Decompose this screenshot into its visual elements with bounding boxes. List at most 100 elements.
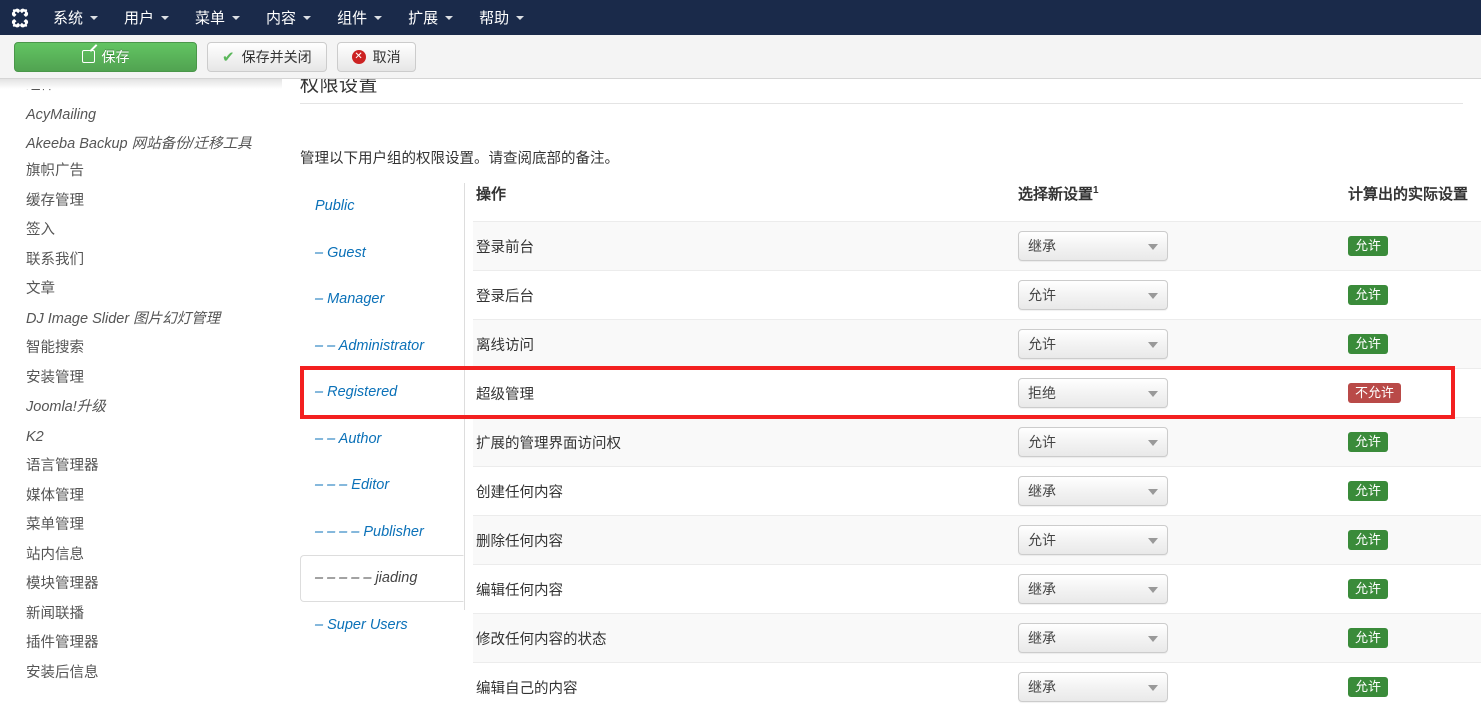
status-badge: 允许 (1348, 334, 1389, 354)
sidebar-item-smart-search[interactable]: 智能搜索 (0, 334, 282, 364)
joomla-logo-icon[interactable] (0, 0, 40, 35)
table-row: 登录前台 继承 允许 (473, 221, 1481, 270)
sidebar-item-label: 模块管理器 (26, 576, 99, 592)
nav-item-components[interactable]: 组件 (324, 0, 395, 35)
permission-setting-select[interactable]: 继承 (1018, 476, 1168, 506)
permission-setting-select[interactable]: 继承 (1018, 231, 1168, 261)
sidebar-item-post-install[interactable]: 安装后信息 (0, 659, 282, 689)
sidebar-item-modules[interactable]: 模块管理器 (0, 570, 282, 600)
sidebar-item-joomla-update[interactable]: Joomla!升级 (0, 393, 282, 423)
sidebar-item-label: 联系我们 (26, 251, 84, 268)
permission-setting-value: 继承 (1028, 581, 1056, 597)
cancel-button[interactable]: ✕ 取消 (336, 41, 416, 72)
permission-setting-select[interactable]: 拒绝 (1018, 378, 1168, 408)
save-button[interactable]: 保存 (14, 41, 197, 72)
sidebar-top-fade (0, 79, 282, 89)
tab-label: – – Administrator (315, 337, 425, 354)
chevron-down-icon (1148, 587, 1158, 593)
sidebar-item-label: 媒体管理 (26, 487, 84, 504)
intro-text: 管理以下用户组的权限设置。请查阅底部的备注。 (300, 151, 619, 167)
sidebar-item-label: 菜单管理 (26, 517, 84, 533)
permission-action-label: 登录前台 (476, 239, 534, 256)
permission-action-label: 编辑任何内容 (476, 582, 563, 599)
table-row: 编辑自己的内容 继承 允许 (473, 662, 1481, 711)
tab-label: – Registered (315, 384, 398, 401)
permission-setting-select[interactable]: 允许 (1018, 280, 1168, 310)
nav-item-extensions[interactable]: 扩展 (395, 0, 466, 35)
sidebar-item-messages[interactable]: 站内信息 (0, 541, 282, 571)
sidebar-item-label: Joomla!升级 (26, 399, 106, 415)
footnote-marker: 1 (1093, 185, 1099, 196)
status-badge: 允许 (1348, 677, 1389, 697)
permission-setting-cell: 允许 (1018, 525, 1348, 555)
sidebar-item-label: 新闻联播 (26, 605, 84, 622)
sidebar-item-k2[interactable]: K2 (0, 423, 282, 453)
column-header-action: 操作 (476, 186, 507, 203)
sidebar-item-banners[interactable]: 旗帜广告 (0, 157, 282, 187)
permission-action-label: 扩展的管理界面访问权 (476, 435, 621, 452)
calculated-setting-cell: 允许 (1348, 334, 1481, 354)
tab-public[interactable]: Public (300, 183, 464, 230)
sidebar-item-plugins[interactable]: 插件管理器 (0, 629, 282, 659)
page-title: 权限设置 (300, 79, 379, 96)
permission-setting-select[interactable]: 允许 (1018, 427, 1168, 457)
sidebar-item-articles[interactable]: 文章 (0, 275, 282, 305)
tab-manager[interactable]: – Manager (300, 276, 464, 323)
nav-item-users[interactable]: 用户 (111, 0, 182, 35)
status-badge: 允许 (1348, 579, 1389, 599)
save-button-label: 保存 (101, 48, 130, 65)
table-row: 删除任何内容 允许 允许 (473, 515, 1481, 564)
tab-administrator[interactable]: – – Administrator (300, 323, 464, 370)
tabs-divider (464, 183, 465, 610)
nav-item-system[interactable]: 系统 (40, 0, 111, 35)
sidebar-item-menus[interactable]: 菜单管理 (0, 511, 282, 541)
tab-author[interactable]: – – Author (300, 416, 464, 463)
permission-setting-cell: 继承 (1018, 476, 1348, 506)
nav-item-content[interactable]: 内容 (253, 0, 324, 35)
chevron-down-icon (374, 15, 383, 20)
column-header-new-setting-label: 选择新设置 (1018, 186, 1094, 203)
permission-action-label: 修改任何内容的状态 (476, 631, 607, 648)
sidebar-item-contacts[interactable]: 联系我们 (0, 246, 282, 276)
chevron-down-icon (1148, 685, 1158, 691)
status-badge: 不允许 (1348, 383, 1402, 403)
permission-setting-cell: 允许 (1018, 427, 1348, 457)
permission-setting-select[interactable]: 继承 (1018, 574, 1168, 604)
sidebar-item-newsfeeds[interactable]: 新闻联播 (0, 600, 282, 630)
sidebar-list: 组件 AcyMailing Akeeba Backup 网站备份/迁移工具 旗帜… (0, 79, 282, 688)
sidebar-item-dj-image-slider[interactable]: DJ Image Slider 图片幻灯管理 (0, 305, 282, 335)
tab-super-users[interactable]: – Super Users (300, 602, 464, 649)
tab-registered[interactable]: – Registered (300, 369, 464, 416)
tab-editor[interactable]: – – – Editor (300, 462, 464, 509)
sidebar-item-languages[interactable]: 语言管理器 (0, 452, 282, 482)
chevron-down-icon (1148, 293, 1158, 299)
tab-jiading[interactable]: – – – – – jiading (300, 555, 464, 602)
tab-publisher[interactable]: – – – – Publisher (300, 509, 464, 556)
sidebar-item-media[interactable]: 媒体管理 (0, 482, 282, 512)
sidebar-item-cache[interactable]: 缓存管理 (0, 187, 282, 217)
sidebar-item-acymailing[interactable]: AcyMailing (0, 101, 282, 131)
permission-action-label: 离线访问 (476, 337, 534, 354)
sidebar-item-label: 站内信息 (26, 546, 84, 563)
permission-setting-select[interactable]: 允许 (1018, 329, 1168, 359)
nav-item-label: 菜单 (195, 10, 226, 27)
sidebar-item-checkin[interactable]: 签入 (0, 216, 282, 246)
save-and-close-button[interactable]: ✔ 保存并关闭 (207, 41, 327, 72)
sidebar-item-label: Akeeba Backup 网站备份/迁移工具 (26, 136, 252, 152)
sidebar-item-label: 安装后信息 (26, 664, 99, 681)
tab-guest[interactable]: – Guest (300, 230, 464, 277)
chevron-down-icon (1148, 489, 1158, 495)
sidebar-item-akeeba-backup[interactable]: Akeeba Backup 网站备份/迁移工具 (0, 130, 282, 157)
nav-item-label: 系统 (53, 10, 84, 27)
permission-setting-value: 拒绝 (1028, 385, 1056, 401)
permission-setting-select[interactable]: 继承 (1018, 623, 1168, 653)
column-header-new-setting: 选择新设置1 (1018, 183, 1348, 204)
nav-item-menus[interactable]: 菜单 (182, 0, 253, 35)
permission-action-label: 编辑自己的内容 (476, 680, 578, 697)
table-row: 创建任何内容 继承 允许 (473, 466, 1481, 515)
sidebar-item-install-manager[interactable]: 安装管理 (0, 364, 282, 394)
permission-setting-select[interactable]: 继承 (1018, 672, 1168, 702)
nav-item-help[interactable]: 帮助 (466, 0, 537, 35)
calculated-setting-cell: 不允许 (1348, 383, 1481, 403)
permission-setting-select[interactable]: 允许 (1018, 525, 1168, 555)
